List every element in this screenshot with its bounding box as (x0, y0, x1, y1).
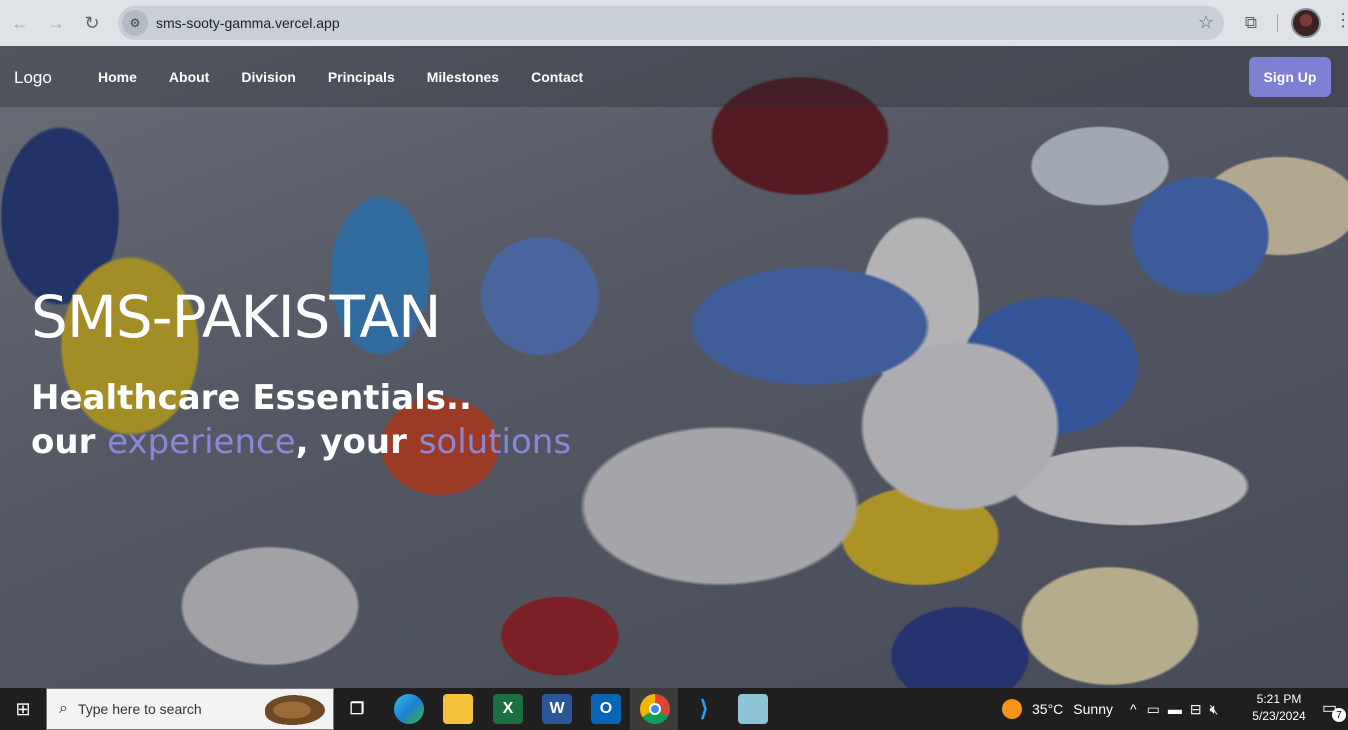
nav-links: Home About Division Principals Milestone… (98, 69, 615, 85)
taskbar-clock[interactable]: 5:21 PM 5/23/2024 (1246, 691, 1312, 725)
nav-principals[interactable]: Principals (328, 69, 395, 85)
nav-about[interactable]: About (169, 69, 209, 85)
vscode-icon[interactable]: ⟩ (689, 694, 719, 724)
weather-temp: 35°C (1032, 701, 1064, 717)
meet-now-icon[interactable]: ▭ (1147, 701, 1160, 718)
notification-badge: 7 (1332, 708, 1346, 722)
hero-background: Logo Home About Division Principals Mile… (0, 46, 1348, 688)
taskbar-search[interactable]: ⌕ Type here to search (46, 688, 334, 730)
weather-text: Sunny (1073, 701, 1113, 717)
clock-date: 5/23/2024 (1252, 709, 1306, 723)
outlook-icon[interactable]: O (591, 694, 621, 724)
toolbar-divider (1277, 14, 1278, 32)
windows-taskbar: ⊞ ⌕ Type here to search ❐ X W O ⟩ 35°C S… (0, 688, 1348, 730)
site-settings-icon[interactable]: ⚙ (122, 10, 148, 36)
nav-home[interactable]: Home (98, 69, 137, 85)
nav-division[interactable]: Division (241, 69, 295, 85)
search-placeholder: Type here to search (77, 701, 202, 717)
chrome-icon[interactable] (640, 694, 670, 724)
url-text[interactable]: sms-sooty-gamma.vercel.app (156, 15, 340, 31)
menu-kebab-icon[interactable]: ⋮ (1334, 10, 1348, 31)
network-icon[interactable]: ⊟ (1190, 701, 1202, 718)
sun-icon (1002, 699, 1022, 719)
word-icon[interactable]: W (542, 694, 572, 724)
file-explorer-icon[interactable] (443, 694, 473, 724)
volume-muted-icon[interactable]: 🔇︎ (1210, 701, 1219, 718)
forward-icon[interactable]: → (38, 5, 74, 41)
excel-icon[interactable]: X (493, 694, 523, 724)
site-logo[interactable]: Logo (14, 68, 52, 88)
tray-chevron-icon[interactable]: ^ (1130, 701, 1137, 717)
tagline-solutions: solutions (418, 422, 572, 462)
hero-tagline: our experience, your solutions (31, 420, 571, 464)
browser-toolbar: ← → ↻ ⚙ sms-sooty-gamma.vercel.app ☆ ⧉ ⋮ (0, 0, 1348, 46)
address-bar[interactable]: ⚙ sms-sooty-gamma.vercel.app ☆ (118, 6, 1224, 40)
edge-icon[interactable] (394, 694, 424, 724)
nav-contact[interactable]: Contact (531, 69, 583, 85)
search-icon: ⌕ (59, 700, 68, 717)
hero-subtitle: Healthcare Essentials.. (31, 378, 472, 418)
tagline-part-1: our (31, 422, 108, 462)
extensions-icon[interactable]: ⧉ (1238, 10, 1264, 36)
battery-icon[interactable]: ▬ (1168, 701, 1182, 717)
site-navbar: Logo Home About Division Principals Mile… (0, 46, 1348, 107)
tagline-part-2: , your (295, 422, 419, 462)
bookmark-star-icon[interactable]: ☆ (1198, 12, 1214, 33)
weather-widget[interactable]: 35°C Sunny (1002, 688, 1113, 730)
reload-icon[interactable]: ↻ (74, 5, 110, 41)
back-icon[interactable]: ← (2, 5, 38, 41)
hero-title: SMS-PAKISTAN (31, 283, 442, 351)
task-view-icon[interactable]: ❐ (342, 694, 372, 724)
clock-time: 5:21 PM (1256, 692, 1302, 706)
nav-milestones[interactable]: Milestones (427, 69, 499, 85)
profile-avatar[interactable] (1291, 8, 1321, 38)
search-highlight-image (265, 695, 325, 725)
signup-button[interactable]: Sign Up (1249, 57, 1331, 97)
hero-content: SMS-PAKISTAN Healthcare Essentials.. our… (31, 282, 571, 464)
windows-start-icon[interactable]: ⊞ (0, 688, 46, 730)
notes-app-icon[interactable] (738, 694, 768, 724)
system-tray: ^ ▭ ▬ ⊟ 🔇︎ (1130, 688, 1218, 730)
tagline-experience: experience (107, 422, 296, 462)
